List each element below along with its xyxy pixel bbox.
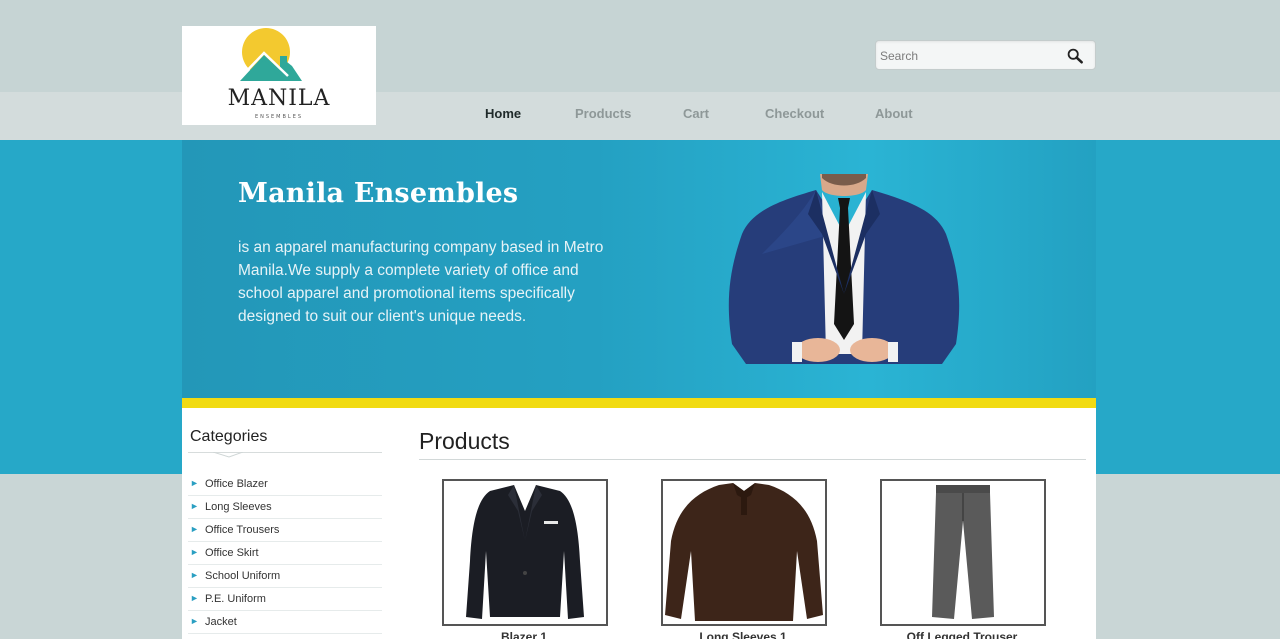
long-sleeve-polo-image[interactable] — [663, 481, 825, 624]
search-icon[interactable] — [1067, 48, 1083, 64]
category-list: ► Office Blazer ► Long Sleeves ► Office … — [188, 473, 382, 634]
category-label[interactable]: Office Blazer — [205, 478, 268, 490]
chevron-right-icon: ► — [190, 593, 199, 603]
category-label[interactable]: Office Skirt — [205, 547, 259, 559]
category-item-pe-uniform[interactable]: ► P.E. Uniform — [188, 588, 382, 611]
category-label[interactable]: Jacket — [205, 616, 237, 628]
accent-bar — [182, 398, 1096, 408]
logo-subtitle: ENSEMBLES — [254, 114, 304, 120]
category-item-long-sleeves[interactable]: ► Long Sleeves — [188, 496, 382, 519]
chevron-right-icon: ► — [190, 547, 199, 557]
businessman-image — [728, 174, 960, 364]
chevron-right-icon: ► — [190, 501, 199, 511]
search-input[interactable] — [880, 46, 1060, 66]
nav-about[interactable]: About — [875, 106, 913, 122]
hero-line: Manila.We supply a complete variety of o… — [238, 262, 579, 279]
category-item-office-blazer[interactable]: ► Office Blazer — [188, 473, 382, 496]
divider — [419, 459, 1086, 460]
category-item-jacket[interactable]: ► Jacket — [188, 611, 382, 634]
hero-line: school apparel and promotional items spe… — [238, 285, 575, 302]
nav-products[interactable]: Products — [575, 106, 631, 122]
hero-banner: Manila Ensembles is an apparel manufactu… — [182, 140, 1096, 398]
products-title: Products — [419, 428, 510, 454]
search-box[interactable] — [875, 40, 1096, 70]
hero-line: designed to suit our client's unique nee… — [238, 308, 527, 325]
hero-description: is an apparel manufacturing company base… — [238, 236, 618, 328]
category-label[interactable]: P.E. Uniform — [205, 593, 266, 605]
logo[interactable]: MANILA ENSEMBLES — [182, 26, 376, 125]
product-name[interactable]: Off Legged Trouser — [862, 630, 1062, 639]
trousers-image[interactable] — [882, 481, 1044, 624]
chevron-right-icon: ► — [190, 478, 199, 488]
hero-line: is an apparel manufacturing company base… — [238, 239, 604, 256]
chevron-right-icon: ► — [190, 616, 199, 626]
house-sun-icon — [237, 28, 302, 81]
hero-title: Manila Ensembles — [238, 178, 519, 209]
chevron-right-icon: ► — [190, 524, 199, 534]
product-card-trouser[interactable] — [880, 479, 1046, 626]
chevron-right-icon: ► — [190, 570, 199, 580]
category-label[interactable]: Office Trousers — [205, 524, 279, 536]
nav-cart[interactable]: Cart — [683, 106, 709, 122]
categories-title: Categories — [190, 428, 268, 445]
nav-home[interactable]: Home — [485, 106, 521, 122]
category-item-office-skirt[interactable]: ► Office Skirt — [188, 542, 382, 565]
divider-notch — [213, 452, 243, 458]
logo-name: MANILA — [227, 86, 331, 111]
category-item-school-uniform[interactable]: ► School Uniform — [188, 565, 382, 588]
nav-checkout[interactable]: Checkout — [765, 106, 824, 122]
category-item-office-trousers[interactable]: ► Office Trousers — [188, 519, 382, 542]
product-card-blazer[interactable] — [442, 479, 608, 626]
category-label[interactable]: School Uniform — [205, 570, 280, 582]
product-name[interactable]: Blazer 1 — [424, 630, 624, 639]
product-name[interactable]: Long Sleeves 1 — [643, 630, 843, 639]
blazer-image[interactable] — [444, 481, 606, 624]
category-label[interactable]: Long Sleeves — [205, 501, 272, 513]
product-card-long-sleeves[interactable] — [661, 479, 827, 626]
